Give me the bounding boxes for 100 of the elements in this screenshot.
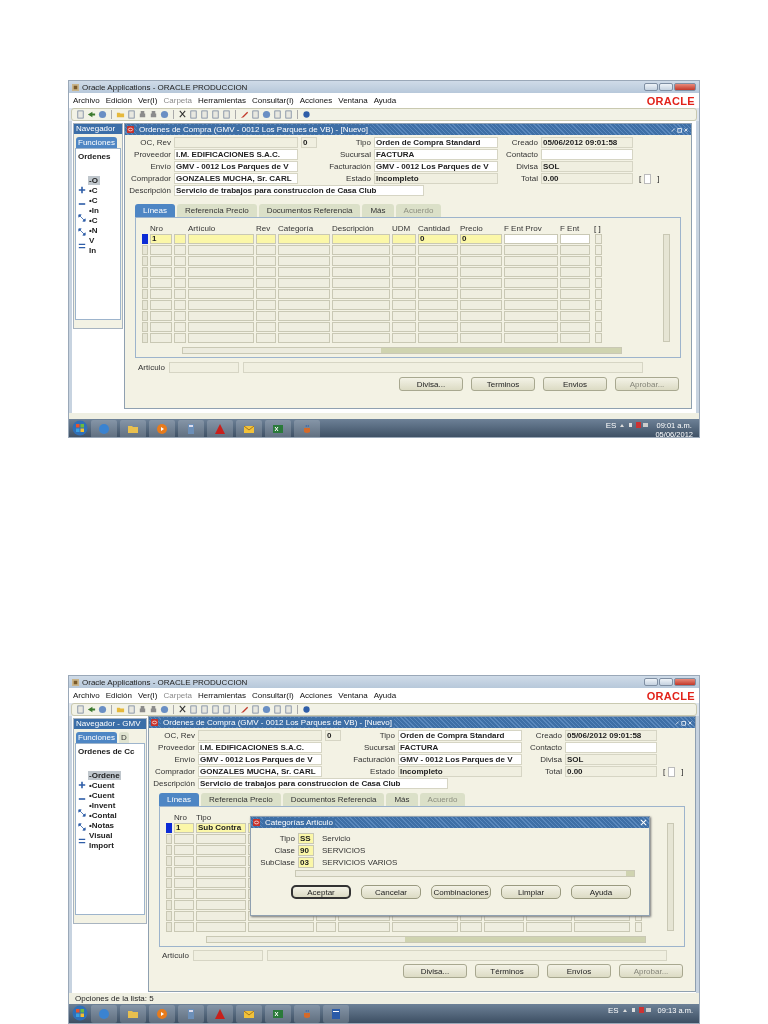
- menu-item[interactable]: Consultar(I): [252, 96, 294, 105]
- dialog-button[interactable]: Cancelar: [361, 885, 421, 899]
- tab[interactable]: Documentos Referencia: [282, 793, 385, 806]
- field-label: Proveedor: [157, 743, 195, 752]
- tab[interactable]: Referencia Precio: [201, 793, 281, 806]
- table-cell[interactable]: 1: [174, 823, 194, 833]
- menu-item[interactable]: Edición: [105, 96, 132, 105]
- navigator-item[interactable]: V: [88, 236, 100, 245]
- navigator-item[interactable]: Visual: [88, 831, 121, 840]
- text-field[interactable]: SOL: [541, 161, 633, 172]
- navigator-item[interactable]: •C: [88, 186, 100, 195]
- navigator-item[interactable]: In: [88, 246, 100, 255]
- menu-item[interactable]: Consultar(I): [252, 691, 294, 700]
- navigator-item[interactable]: •In: [88, 206, 100, 215]
- revision-field[interactable]: 0: [301, 137, 317, 148]
- code-field[interactable]: SS: [298, 832, 314, 844]
- navigator-item[interactable]: •Notas: [88, 821, 121, 830]
- navigator-item[interactable]: •Cuent: [88, 781, 121, 790]
- text-field[interactable]: Orden de Compra Standard: [398, 730, 522, 741]
- field-label: Tipo: [354, 138, 371, 147]
- navigator-item[interactable]: •Invent: [88, 801, 121, 810]
- form-button[interactable]: Términos: [475, 964, 539, 978]
- column-header: Tipo: [196, 813, 212, 822]
- table-cell[interactable]: 0: [460, 234, 502, 244]
- dialog-button[interactable]: Limpiar: [501, 885, 561, 899]
- text-field[interactable]: 05/06/2012 09:01:58: [541, 137, 633, 148]
- text-field[interactable]: Incompleto: [398, 766, 522, 777]
- field-description: SERVICIOS VARIOS: [322, 857, 398, 867]
- text-field[interactable]: GMV - 0012 Los Parques de V: [198, 754, 322, 765]
- code-field[interactable]: 03: [298, 856, 314, 868]
- tab[interactable]: Líneas: [159, 793, 200, 806]
- text-field[interactable]: FACTURA: [398, 742, 522, 753]
- navigator-item[interactable]: •C: [88, 216, 100, 225]
- navigator-item[interactable]: -Ordene: [88, 771, 121, 780]
- navigator-item[interactable]: -O: [88, 176, 100, 185]
- menu-item[interactable]: Ventana: [338, 96, 368, 105]
- code-field[interactable]: 90: [298, 844, 314, 856]
- field-label: Facturación: [352, 755, 395, 764]
- tab[interactable]: Más: [386, 793, 418, 806]
- tab[interactable]: Líneas: [135, 204, 176, 217]
- menu-item[interactable]: Archivo: [73, 691, 100, 700]
- dialog-button[interactable]: Ayuda: [571, 885, 631, 899]
- text-field[interactable]: GMV - 0012 Los Parques de V: [374, 161, 498, 172]
- form-button[interactable]: Terminos: [471, 377, 535, 391]
- field-label: Estado: [345, 174, 371, 183]
- text-field[interactable]: I.M. EDIFICACIONES S.A.C.: [198, 742, 322, 753]
- text-field[interactable]: GMV - 0012 Los Parques de V: [174, 161, 298, 172]
- navigator-item[interactable]: •Cuent: [88, 791, 121, 800]
- menu-item[interactable]: Acciones: [299, 691, 333, 700]
- text-field[interactable]: 05/06/2012 09:01:58: [565, 730, 657, 741]
- text-field[interactable]: GONZALES MUCHA, Sr. CARL: [198, 766, 322, 777]
- menu-item[interactable]: Archivo: [73, 96, 100, 105]
- table-cell[interactable]: Sub Contra: [196, 823, 246, 833]
- form-button[interactable]: Divisa...: [399, 377, 463, 391]
- text-field[interactable]: Orden de Compra Standard: [374, 137, 498, 148]
- form-button[interactable]: Envíos: [547, 964, 611, 978]
- table-cell[interactable]: 1: [150, 234, 172, 244]
- text-field[interactable]: Servicio de trabajos para construccion de Casa Club: [198, 778, 448, 789]
- menu-item[interactable]: Ayuda: [373, 691, 397, 700]
- navigator-item[interactable]: Import: [88, 841, 121, 850]
- menu-item[interactable]: Ayuda: [373, 96, 397, 105]
- tab[interactable]: Funciones: [76, 137, 117, 148]
- revision-field[interactable]: 0: [325, 730, 341, 741]
- text-field[interactable]: GMV - 0012 Los Parques de V: [398, 754, 522, 765]
- text-field[interactable]: Incompleto: [374, 173, 498, 184]
- menu-item[interactable]: Ver(I): [137, 691, 158, 700]
- language-indicator[interactable]: ES: [607, 1006, 619, 1015]
- text-field[interactable]: SOL: [565, 754, 657, 765]
- field-description: Servicio: [322, 833, 351, 843]
- tab[interactable]: Funciones: [76, 732, 117, 743]
- menu-item[interactable]: Ver(I): [137, 96, 158, 105]
- form-button[interactable]: Envios: [543, 377, 607, 391]
- menu-item[interactable]: Acciones: [299, 96, 333, 105]
- dialog-button[interactable]: Aceptar: [291, 885, 351, 899]
- column-header: F Ent Prov: [504, 224, 542, 233]
- text-field[interactable]: FACTURA: [374, 149, 498, 160]
- text-field[interactable]: I.M. EDIFICACIONES S.A.C.: [174, 149, 298, 160]
- navigator-item[interactable]: •Contal: [88, 811, 121, 820]
- language-indicator[interactable]: ES: [605, 421, 617, 430]
- dialog-button[interactable]: Combinaciones: [431, 885, 491, 899]
- menu-item[interactable]: Herramientas: [197, 691, 246, 700]
- status-text: Opciones de la lista: 5: [75, 994, 154, 1003]
- text-field[interactable]: GONZALES MUCHA, Sr. CARL: [174, 173, 298, 184]
- menu-item[interactable]: Edición: [105, 691, 132, 700]
- field-label: Descripción: [152, 779, 195, 788]
- table-cell[interactable]: 0: [418, 234, 458, 244]
- navigator-item[interactable]: •N: [88, 226, 100, 235]
- logo: ORACLE: [646, 689, 695, 702]
- menu-item[interactable]: Ventana: [338, 691, 368, 700]
- tab[interactable]: Documentos Referencia: [258, 204, 361, 217]
- form-button[interactable]: Divisa...: [403, 964, 467, 978]
- window-title: Ordenes de Compra (GMV - 0012 Los Parques de VB) - [Nuevo]: [137, 125, 370, 134]
- text-field[interactable]: 0.00: [541, 173, 633, 184]
- text-field[interactable]: Servicio de trabajos para construccion de Casa Club: [174, 185, 424, 196]
- tab[interactable]: Más: [362, 204, 394, 217]
- tab[interactable]: Referencia Precio: [177, 204, 257, 217]
- text-field[interactable]: 0.00: [565, 766, 657, 777]
- menu-item[interactable]: Herramientas: [197, 96, 246, 105]
- navigator-item[interactable]: •C: [88, 196, 100, 205]
- tab[interactable]: D: [118, 732, 129, 743]
